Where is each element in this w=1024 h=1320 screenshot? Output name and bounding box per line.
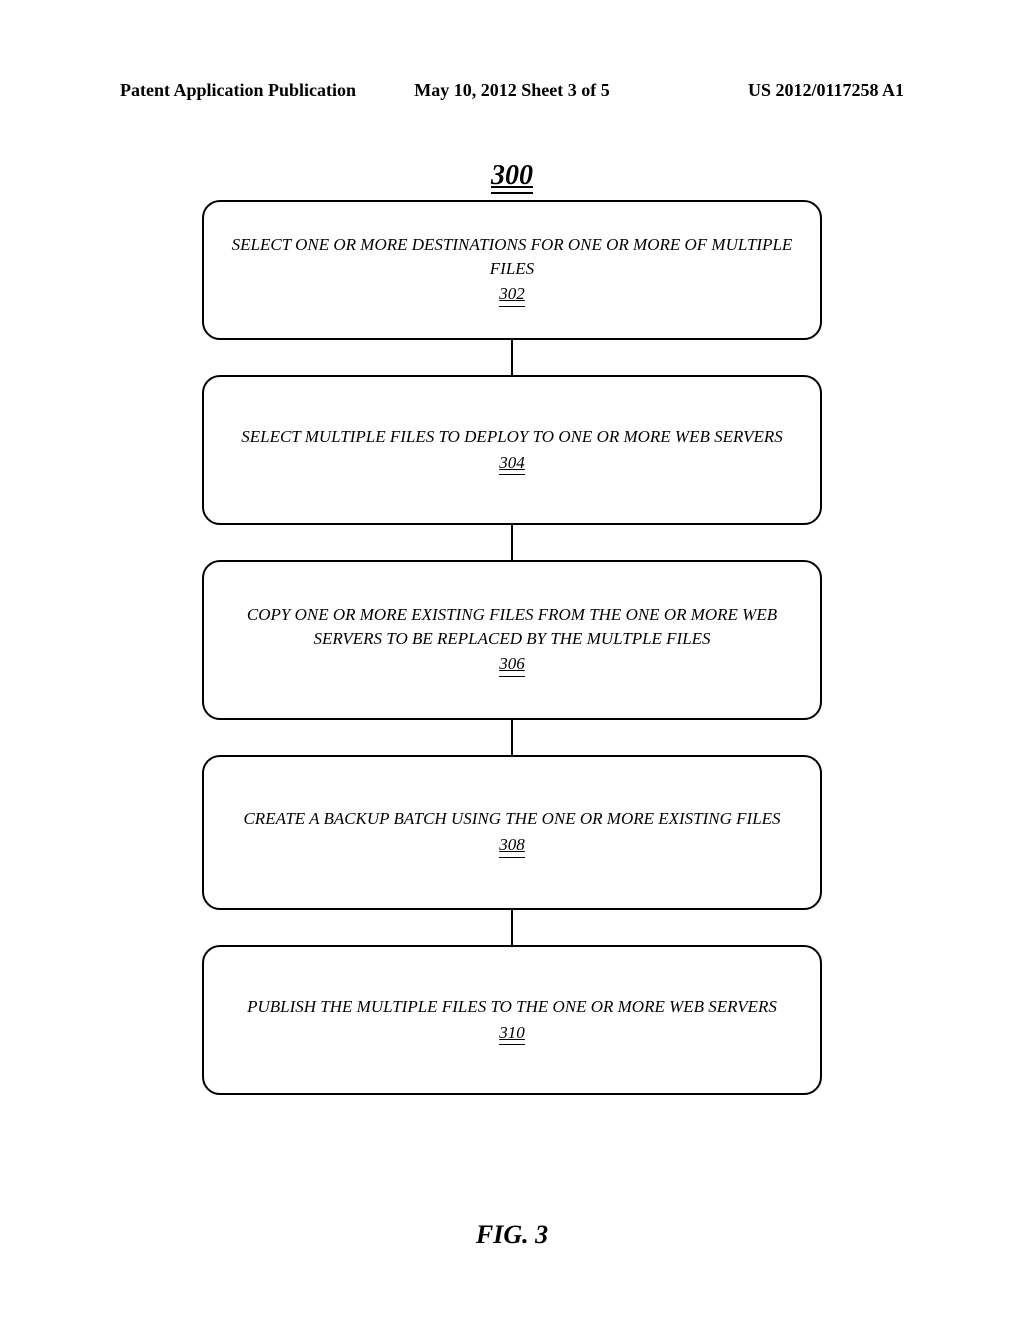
flowchart-connector — [511, 340, 513, 375]
header-patent-number: US 2012/0117258 A1 — [643, 80, 904, 101]
step-text: SELECT ONE OR MORE DESTINATIONS FOR ONE … — [224, 233, 800, 281]
step-text: COPY ONE OR MORE EXISTING FILES FROM THE… — [224, 603, 800, 651]
flowchart-step-302: SELECT ONE OR MORE DESTINATIONS FOR ONE … — [202, 200, 822, 340]
flowchart-step-308: CREATE A BACKUP BATCH USING THE ONE OR M… — [202, 755, 822, 910]
flowchart-step-306: COPY ONE OR MORE EXISTING FILES FROM THE… — [202, 560, 822, 720]
step-text: PUBLISH THE MULTIPLE FILES TO THE ONE OR… — [247, 995, 777, 1019]
step-ref: 308 — [499, 833, 525, 858]
page-header: Patent Application Publication May 10, 2… — [0, 80, 1024, 101]
flowchart-step-310: PUBLISH THE MULTIPLE FILES TO THE ONE OR… — [202, 945, 822, 1095]
header-date-sheet: May 10, 2012 Sheet 3 of 5 — [381, 80, 642, 101]
step-ref: 306 — [499, 652, 525, 677]
step-ref: 302 — [499, 282, 525, 307]
step-text: SELECT MULTIPLE FILES TO DEPLOY TO ONE O… — [241, 425, 782, 449]
header-publication-type: Patent Application Publication — [120, 80, 381, 101]
figure-caption: FIG. 3 — [476, 1220, 548, 1250]
step-ref: 304 — [499, 451, 525, 476]
flowchart-step-304: SELECT MULTIPLE FILES TO DEPLOY TO ONE O… — [202, 375, 822, 525]
flowchart-connector — [511, 910, 513, 945]
flowchart-container: SELECT ONE OR MORE DESTINATIONS FOR ONE … — [202, 200, 822, 1095]
step-ref: 310 — [499, 1021, 525, 1046]
flowchart-connector — [511, 720, 513, 755]
flowchart-connector — [511, 525, 513, 560]
figure-reference-number: 300 — [491, 160, 533, 194]
step-text: CREATE A BACKUP BATCH USING THE ONE OR M… — [243, 807, 780, 831]
